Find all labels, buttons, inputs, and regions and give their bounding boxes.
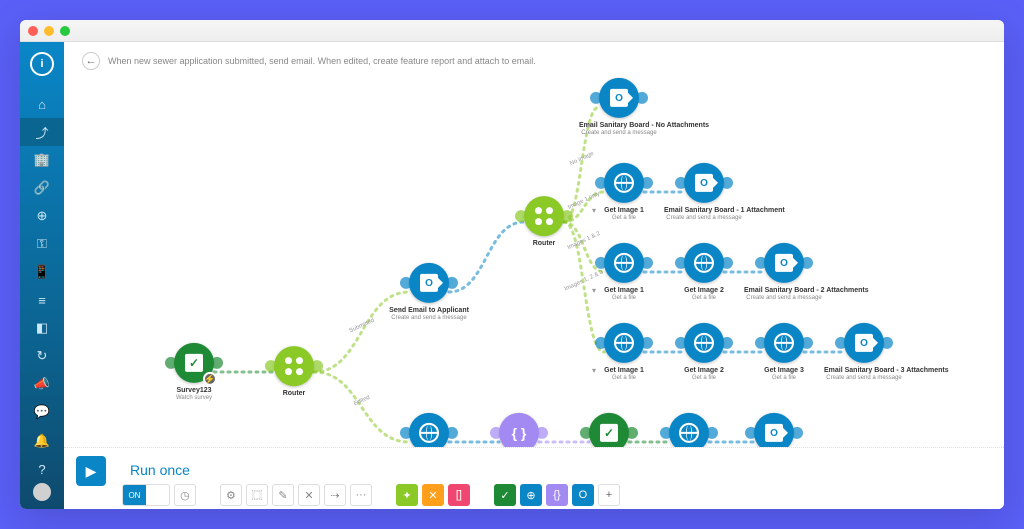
node-get_img_3c[interactable]: Get Image 3 Get a file — [744, 323, 824, 381]
control-btn-0[interactable]: ⚙ — [220, 484, 242, 506]
app-window: i ⌂⤴🏢🔗⊕⚿📱≡◧↻📣💬 🔔? ← When new sewer appli… — [20, 20, 1004, 509]
flow-icon[interactable]: ↻ — [20, 342, 64, 370]
tools-section: ✦✕[] TOOLS — [396, 484, 470, 509]
filter-icon[interactable]: ▾ — [592, 206, 596, 215]
favorites-section: ✓⊕{}O+ FAVORITES — [494, 484, 620, 509]
tool-btn-1[interactable]: ✕ — [422, 484, 444, 506]
scheduling-section: ON ◷ SCHEDULING — [122, 484, 196, 509]
favorite-btn-2[interactable]: {} — [546, 484, 568, 506]
filter-icon[interactable]: ▾ — [397, 306, 401, 315]
filter-icon[interactable]: ▾ — [587, 121, 591, 130]
clock-icon[interactable]: ◷ — [174, 484, 196, 506]
favorite-btn-0[interactable]: ✓ — [494, 484, 516, 506]
share-icon[interactable]: ⤴ — [20, 118, 64, 146]
filter-icon[interactable]: ▾ — [592, 366, 596, 375]
controls-section: ⚙⿴✎✕⇢··· CONTROLS — [220, 484, 372, 509]
app-logo[interactable]: i — [30, 52, 54, 76]
run-once-button[interactable]: ▶ — [76, 456, 106, 486]
scenario-canvas[interactable]: ← When new sewer application submitted, … — [64, 42, 1004, 509]
device-icon[interactable]: 📱 — [20, 258, 64, 286]
node-email_sb_2[interactable]: O Email Sanitary Board - 2 Attachments C… — [744, 243, 824, 301]
node-email_sb_1[interactable]: O Email Sanitary Board - 1 Attachment Cr… — [664, 163, 744, 221]
control-btn-3[interactable]: ✕ — [298, 484, 320, 506]
megaphone-icon[interactable]: 📣 — [20, 370, 64, 398]
node-email_sb_3[interactable]: O Email Sanitary Board - 3 Attachments C… — [824, 323, 904, 381]
globe-icon[interactable]: ⊕ — [20, 202, 64, 230]
home-icon[interactable]: ⌂ — [20, 90, 64, 118]
tool-btn-2[interactable]: [] — [448, 484, 470, 506]
key-icon[interactable]: ⚿ — [20, 230, 64, 258]
data-icon[interactable]: ≡ — [20, 286, 64, 314]
favorite-btn-3[interactable]: O — [572, 484, 594, 506]
bell-icon[interactable]: 🔔 — [20, 427, 64, 455]
filter-icon[interactable]: ▾ — [592, 286, 596, 295]
node-get_img_2c[interactable]: Get Image 2 Get a file — [664, 323, 744, 381]
tool-btn-0[interactable]: ✦ — [396, 484, 418, 506]
control-btn-2[interactable]: ✎ — [272, 484, 294, 506]
node-router1[interactable]: Router — [254, 346, 334, 398]
favorite-btn-1[interactable]: ⊕ — [520, 484, 542, 506]
window-maximize[interactable] — [60, 26, 70, 36]
control-btn-4[interactable]: ⇢ — [324, 484, 346, 506]
node-survey123[interactable]: ✓ ⚡ Survey123 Watch survey — [154, 343, 234, 401]
titlebar — [20, 20, 1004, 42]
bottom-toolbar: ▶ Run once ON ◷ SCHEDULING ⚙⿴✎✕⇢··· CONT… — [64, 447, 1004, 509]
link-icon[interactable]: 🔗 — [20, 174, 64, 202]
chat-icon[interactable]: 💬 — [20, 398, 64, 426]
control-btn-1[interactable]: ⿴ — [246, 484, 268, 506]
node-get_img_2b[interactable]: Get Image 2 Get a file — [664, 243, 744, 301]
help-icon[interactable]: ? — [20, 455, 64, 483]
cube-icon[interactable]: ◧ — [20, 314, 64, 342]
window-close[interactable] — [28, 26, 38, 36]
user-avatar[interactable] — [33, 483, 51, 501]
run-once-label: Run once — [130, 462, 190, 478]
favorite-btn-4[interactable]: + — [598, 484, 620, 506]
org-icon[interactable]: 🏢 — [20, 146, 64, 174]
sidebar: i ⌂⤴🏢🔗⊕⚿📱≡◧↻📣💬 🔔? — [20, 42, 64, 509]
control-btn-5[interactable]: ··· — [350, 484, 372, 506]
window-minimize[interactable] — [44, 26, 54, 36]
scheduling-toggle[interactable]: ON — [122, 484, 170, 506]
